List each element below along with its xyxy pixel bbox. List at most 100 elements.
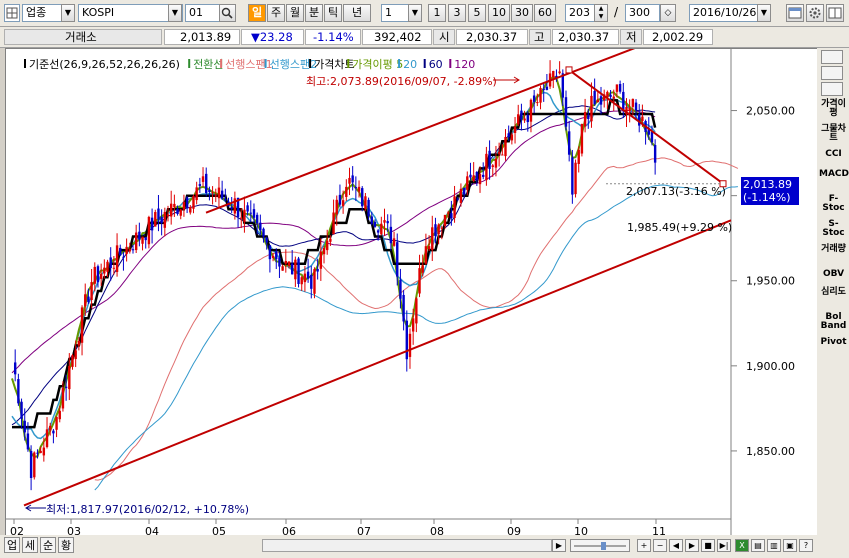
interval-button-10[interactable]: 10 xyxy=(488,4,510,22)
tab-year[interactable]: 년 xyxy=(343,4,371,22)
category-dropdown-icon[interactable]: ▼ xyxy=(61,4,75,22)
bottom-tab-net[interactable]: 순 xyxy=(40,537,57,553)
interval-button-3[interactable]: 3 xyxy=(448,4,466,22)
count-input[interactable]: 203 xyxy=(565,4,595,22)
indicator-bollinger[interactable]: Bol Band xyxy=(819,313,848,331)
legend-item: 전환선 xyxy=(188,58,224,71)
total-input[interactable]: 300 xyxy=(625,4,660,22)
candle-body xyxy=(485,153,488,181)
interval-select[interactable]: 1 xyxy=(381,4,411,22)
chart-canvas[interactable]: 2,050.002,000.001,950.001,900.001,850.00… xyxy=(6,46,818,538)
indicator-obv[interactable]: OBV xyxy=(819,270,848,279)
candle-body xyxy=(421,265,424,273)
candle-body xyxy=(501,154,504,156)
indicator-ma[interactable]: 가격이평 xyxy=(819,100,848,118)
bottom-tab-status[interactable]: 황 xyxy=(58,537,75,553)
candle-body xyxy=(475,171,479,181)
category-select[interactable]: 업종 xyxy=(22,4,62,22)
indicator-psychology[interactable]: 심리도 xyxy=(819,288,848,297)
date-dropdown-icon[interactable]: ▼ xyxy=(757,4,771,22)
candle-body xyxy=(262,228,265,237)
current-price-value: 2,013.89 xyxy=(743,178,792,191)
candle-body xyxy=(208,190,211,193)
layout-icon[interactable] xyxy=(826,4,844,22)
interval-dropdown-icon[interactable]: ▼ xyxy=(408,4,422,22)
window-icon[interactable] xyxy=(786,4,804,22)
grid-icon[interactable] xyxy=(4,4,20,22)
count-spinner-icon[interactable]: ▲ ▼ xyxy=(594,4,608,22)
print-icon[interactable]: ▥ xyxy=(767,539,781,552)
zoom-slider[interactable] xyxy=(570,539,630,552)
candle-body xyxy=(109,257,112,269)
candle-body xyxy=(290,263,294,275)
candle-body xyxy=(211,192,214,194)
candle-body xyxy=(220,190,224,199)
candle-body xyxy=(596,100,600,102)
interval-button-1[interactable]: 1 xyxy=(428,4,446,22)
legend-swatch xyxy=(24,59,26,68)
candle-body xyxy=(71,355,74,367)
candle-body xyxy=(39,450,42,453)
indicator-macd[interactable]: MACD xyxy=(819,170,849,179)
candle-body xyxy=(284,261,288,264)
chart-type-icon[interactable]: ▤ xyxy=(751,539,765,552)
total-apply-icon[interactable]: ◇ xyxy=(660,4,676,22)
gear-icon[interactable] xyxy=(806,4,824,22)
step-forward-icon[interactable]: ▶ xyxy=(685,539,699,552)
candle-body xyxy=(246,205,249,212)
tab-minute[interactable]: 분 xyxy=(305,4,323,22)
horizontal-scrollbar[interactable] xyxy=(262,539,552,552)
scroll-right-icon[interactable]: ▶ xyxy=(552,539,566,552)
end-icon[interactable]: ▶| xyxy=(717,539,731,552)
zoom-out-icon[interactable]: − xyxy=(653,539,667,552)
candle-body xyxy=(472,175,475,182)
candle-body xyxy=(268,245,272,260)
candle-body xyxy=(459,188,463,203)
indicator-fstoc[interactable]: F-Stoc xyxy=(819,195,848,213)
high-label: 고 xyxy=(534,30,545,44)
indicator-sstoc[interactable]: S-Stoc xyxy=(819,220,848,238)
bottom-tab-sector[interactable]: 업 xyxy=(4,537,21,553)
price-chart[interactable]: 2,050.002,000.001,950.001,900.001,850.00… xyxy=(5,46,819,538)
annotation-low-arrow xyxy=(25,504,46,512)
indicator-icon-1[interactable] xyxy=(821,50,843,64)
interval-button-30[interactable]: 30 xyxy=(511,4,533,22)
search-icon[interactable] xyxy=(219,4,236,22)
period-code-input[interactable]: 01 xyxy=(185,4,220,22)
tab-day[interactable]: 일 xyxy=(248,4,266,22)
indicator-icon-2[interactable] xyxy=(821,66,843,80)
zoom-in-icon[interactable]: + xyxy=(637,539,651,552)
candle-body xyxy=(147,216,151,245)
candle-body xyxy=(96,266,100,283)
tab-week[interactable]: 주 xyxy=(267,4,285,22)
tab-tick[interactable]: 틱 xyxy=(324,4,342,22)
candle-body xyxy=(424,246,428,264)
help-icon[interactable]: ? xyxy=(799,539,813,552)
date-input[interactable]: 2016/10/26 xyxy=(689,4,759,22)
candle-body xyxy=(297,258,300,284)
candle-body xyxy=(653,145,657,163)
tab-month[interactable]: 월 xyxy=(286,4,304,22)
excel-icon[interactable]: X xyxy=(735,539,749,552)
indicator-volume[interactable]: 거래량 xyxy=(819,245,848,254)
candle-body xyxy=(341,200,345,207)
current-price-box: 2,013.89 (-1.14%) xyxy=(741,177,799,205)
indicator-cci[interactable]: CCI xyxy=(819,150,848,159)
candle-body xyxy=(68,365,71,390)
interval-button-5[interactable]: 5 xyxy=(468,4,486,22)
indicator-icon-3[interactable] xyxy=(821,82,843,96)
save-icon[interactable]: ▣ xyxy=(783,539,797,552)
candle-body xyxy=(287,261,291,267)
step-back-icon[interactable]: ◀ xyxy=(669,539,683,552)
trendline-lower xyxy=(23,219,732,507)
candle-body xyxy=(405,320,408,360)
indicator-net[interactable]: 그물차트 xyxy=(819,125,848,143)
stop-icon[interactable]: ■ xyxy=(701,539,715,552)
y-tick-label: 1,900.00 xyxy=(746,360,795,373)
candle-body xyxy=(351,175,354,183)
legend-swatch xyxy=(423,59,426,68)
indicator-pivot[interactable]: Pivot xyxy=(819,338,848,347)
index-dropdown-icon[interactable]: ▼ xyxy=(168,4,182,22)
interval-button-60[interactable]: 60 xyxy=(534,4,556,22)
bottom-tab-detail[interactable]: 세 xyxy=(22,537,39,553)
